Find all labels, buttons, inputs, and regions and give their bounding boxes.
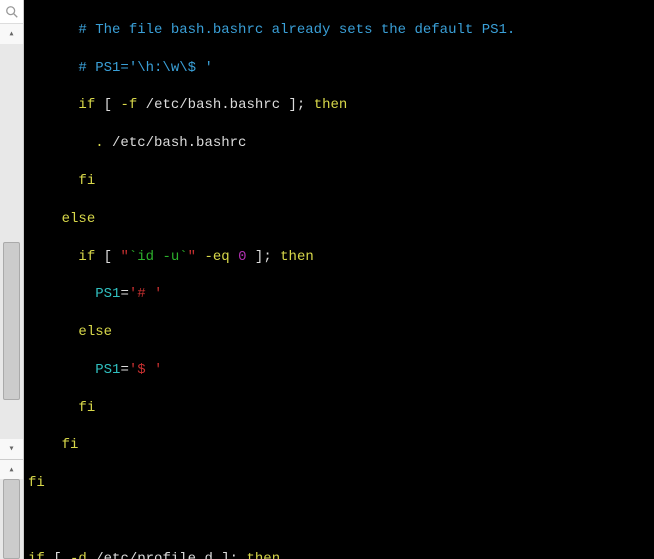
search-button[interactable] (0, 0, 23, 24)
chevron-up-icon: ▴ (8, 28, 14, 40)
code-line: fi (28, 436, 650, 455)
code-line: PS1='$ ' (28, 361, 650, 380)
code-line (28, 512, 650, 531)
code-line: fi (28, 399, 650, 418)
code-line: fi (28, 172, 650, 191)
code-line: # The file bash.bashrc already sets the … (28, 21, 650, 40)
scroll-thumb-upper[interactable] (3, 242, 20, 400)
scroll-thumb-lower[interactable] (3, 479, 20, 559)
code-line: # PS1='\h:\w\$ ' (28, 59, 650, 78)
code-line: fi (28, 474, 650, 493)
code-line: if [ -f /etc/bash.bashrc ]; then (28, 96, 650, 115)
code-line: PS1='# ' (28, 285, 650, 304)
code-line: if [ "`id -u`" -eq 0 ]; then (28, 248, 650, 267)
code-line: . /etc/bash.bashrc (28, 134, 650, 153)
scroll-up-arrow[interactable]: ▴ (0, 24, 23, 44)
code-line: else (28, 323, 650, 342)
editor-gutter: ▴ ▾ ▴ (0, 0, 24, 559)
code-line: else (28, 210, 650, 229)
scrollbar-lower[interactable] (0, 479, 23, 559)
scroll-down-arrow[interactable]: ▾ (0, 439, 23, 459)
chevron-down-icon: ▾ (8, 443, 14, 455)
scrollbar-upper[interactable] (0, 44, 23, 439)
chevron-up-icon: ▴ (8, 464, 14, 476)
code-editor[interactable]: # The file bash.bashrc already sets the … (24, 0, 654, 559)
search-icon (5, 5, 19, 19)
scroll-up-arrow-2[interactable]: ▴ (0, 459, 23, 479)
code-line: if [ -d /etc/profile.d ]; then (28, 550, 650, 559)
